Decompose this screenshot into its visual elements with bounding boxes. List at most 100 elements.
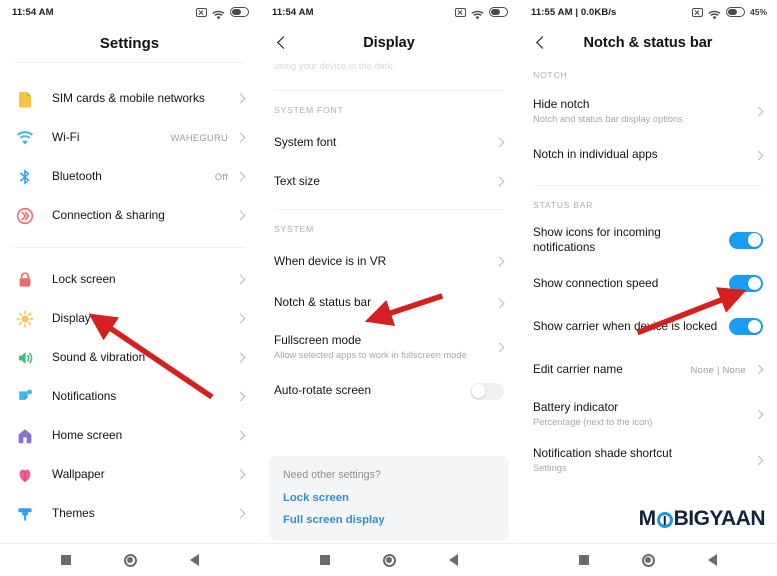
chevron-right-icon — [495, 257, 504, 266]
settings-row-home-screen[interactable]: Home screen — [0, 416, 259, 455]
notch-row-title: Hide notch — [533, 96, 590, 111]
statusbar-row-show-carrier-locked[interactable]: Show carrier when device is locked — [519, 305, 777, 348]
section-header-notch: NOTCH — [533, 70, 568, 80]
settings-row-sound-vibration[interactable]: Sound & vibration — [0, 338, 259, 377]
title-bar: Notch & status bar — [519, 24, 777, 62]
card-link-full-screen-display[interactable]: Full screen display — [283, 514, 495, 526]
settings-row-label: Bluetooth — [52, 168, 102, 183]
chevron-right-icon — [754, 151, 763, 160]
back-arrow-icon[interactable] — [533, 35, 549, 51]
wifi-icon — [708, 7, 721, 20]
settings-row-label: Sound & vibration — [52, 349, 146, 364]
display-row-label: Fullscreen mode Allow selected apps to w… — [274, 333, 495, 362]
display-row-notch-status-bar[interactable]: Notch & status bar — [260, 281, 518, 325]
battery-percentage: 45% — [749, 7, 767, 17]
display-row-label: Notch & status bar — [274, 295, 372, 310]
home-circle-icon[interactable] — [382, 553, 396, 567]
settings-row-lock-screen[interactable]: Lock screen — [0, 260, 259, 299]
settings-row-notifications[interactable]: Notifications — [0, 377, 259, 416]
section-header-status-bar: STATUS BAR — [533, 200, 594, 210]
statusbar-row-label: Show carrier when device is locked — [533, 318, 718, 333]
x-mark-icon — [691, 7, 703, 17]
settings-row-display[interactable]: Display — [0, 299, 259, 338]
watermark-ring-icon — [656, 512, 673, 528]
statusbar-row-label: Battery indicator Percentage (next to th… — [533, 400, 754, 429]
settings-row-bluetooth[interactable]: Bluetooth Off — [0, 157, 259, 196]
wifi-icon — [471, 7, 484, 20]
panel-settings: 11:54 AM Settings SIM cards & mobile net… — [0, 0, 259, 576]
notifications-icon — [14, 386, 36, 408]
speaker-icon — [14, 347, 36, 369]
statusbar-row-battery-indicator[interactable]: Battery indicator Percentage (next to th… — [519, 391, 777, 437]
display-row-label: Auto-rotate screen — [274, 383, 372, 398]
chevron-right-icon — [236, 211, 245, 220]
battery-icon — [489, 7, 508, 17]
watermark-text-before: M — [638, 507, 657, 530]
need-other-settings-card: Need other settings? Lock screen Full sc… — [269, 456, 509, 540]
back-triangle-icon[interactable] — [707, 554, 717, 566]
display-row-title: Fullscreen mode — [274, 332, 362, 347]
page-title: Settings — [99, 34, 160, 52]
show-notification-icons-toggle[interactable] — [729, 231, 763, 249]
settings-row-label: Connection & sharing — [52, 207, 165, 222]
back-triangle-icon[interactable] — [448, 554, 458, 566]
statusbar-row-show-connection-speed[interactable]: Show connection speed — [519, 262, 777, 305]
back-arrow-icon[interactable] — [274, 35, 290, 51]
recents-square-icon[interactable] — [60, 555, 71, 565]
card-question: Need other settings? — [283, 469, 381, 481]
display-row-when-device-in-vr[interactable]: When device is in VR — [260, 242, 518, 281]
bluetooth-icon — [14, 166, 36, 188]
notch-row-individual-apps[interactable]: Notch in individual apps — [519, 134, 777, 176]
statusbar-row-notification-shade-shortcut[interactable]: Notification shade shortcut Settings — [519, 437, 777, 483]
chevron-right-icon — [754, 410, 763, 419]
navigation-bar — [260, 543, 518, 576]
watermark-text-after: BIGYAAN — [673, 507, 766, 530]
auto-rotate-toggle[interactable] — [470, 382, 504, 400]
statusbar-row-value: None | None — [690, 364, 746, 375]
title-bar: Settings — [0, 24, 259, 62]
show-carrier-locked-toggle[interactable] — [729, 318, 763, 335]
chevron-right-icon — [754, 365, 763, 374]
settings-row-sim-cards[interactable]: SIM cards & mobile networks — [0, 79, 259, 118]
panel-notch-status-bar: 11:55 AM | 0.0KB/s 45% Notch & status ba… — [518, 0, 777, 576]
recents-square-icon[interactable] — [579, 555, 590, 565]
settings-row-wifi[interactable]: Wi-Fi WAHEGURU — [0, 118, 259, 157]
settings-row-themes[interactable]: Themes — [0, 494, 259, 533]
chevron-right-icon — [495, 299, 504, 308]
chevron-right-icon — [754, 107, 763, 116]
notch-row-label: Hide notch Notch and status bar display … — [533, 97, 754, 126]
statusbar-row-title: Battery indicator — [533, 399, 619, 414]
card-link-lock-screen[interactable]: Lock screen — [283, 492, 495, 504]
settings-row-connection-sharing[interactable]: Connection & sharing — [0, 196, 259, 235]
status-bar: 11:54 AM — [0, 0, 259, 24]
page-title: Notch & status bar — [583, 35, 713, 51]
show-connection-speed-toggle[interactable] — [729, 275, 763, 292]
home-circle-icon[interactable] — [641, 553, 655, 567]
status-bar-icons — [196, 7, 249, 20]
display-row-text-size[interactable]: Text size — [260, 162, 518, 201]
display-row-auto-rotate-screen[interactable]: Auto-rotate screen — [260, 369, 518, 413]
chevron-right-icon — [236, 470, 245, 479]
chevron-right-icon — [495, 343, 504, 352]
clipped-description-text: using your device in the dark. — [274, 62, 395, 71]
settings-row-label: Home screen — [52, 427, 123, 442]
statusbar-row-edit-carrier-name[interactable]: Edit carrier name None | None — [519, 348, 777, 391]
display-row-system-font[interactable]: System font — [260, 123, 518, 162]
section-header-system-font: SYSTEM FONT — [274, 105, 344, 115]
statusbar-row-show-notification-icons[interactable]: Show icons for incoming notifications — [519, 218, 777, 262]
battery-icon — [230, 7, 249, 17]
chevron-right-icon — [236, 353, 245, 362]
chevron-right-icon — [754, 456, 763, 465]
home-icon — [14, 425, 36, 447]
statusbar-row-label: Show icons for incoming notifications — [533, 224, 661, 254]
statusbar-row-subtitle: Settings — [533, 462, 567, 473]
settings-row-wallpaper[interactable]: Wallpaper — [0, 455, 259, 494]
notch-row-hide-notch[interactable]: Hide notch Notch and status bar display … — [519, 88, 777, 134]
settings-row-label: Notifications — [52, 388, 117, 403]
display-row-fullscreen-mode[interactable]: Fullscreen mode Allow selected apps to w… — [260, 325, 518, 369]
page-title: Display — [363, 35, 415, 51]
wallpaper-flower-icon — [14, 464, 36, 486]
back-triangle-icon[interactable] — [189, 554, 199, 566]
recents-square-icon[interactable] — [320, 555, 331, 565]
home-circle-icon[interactable] — [123, 553, 137, 567]
